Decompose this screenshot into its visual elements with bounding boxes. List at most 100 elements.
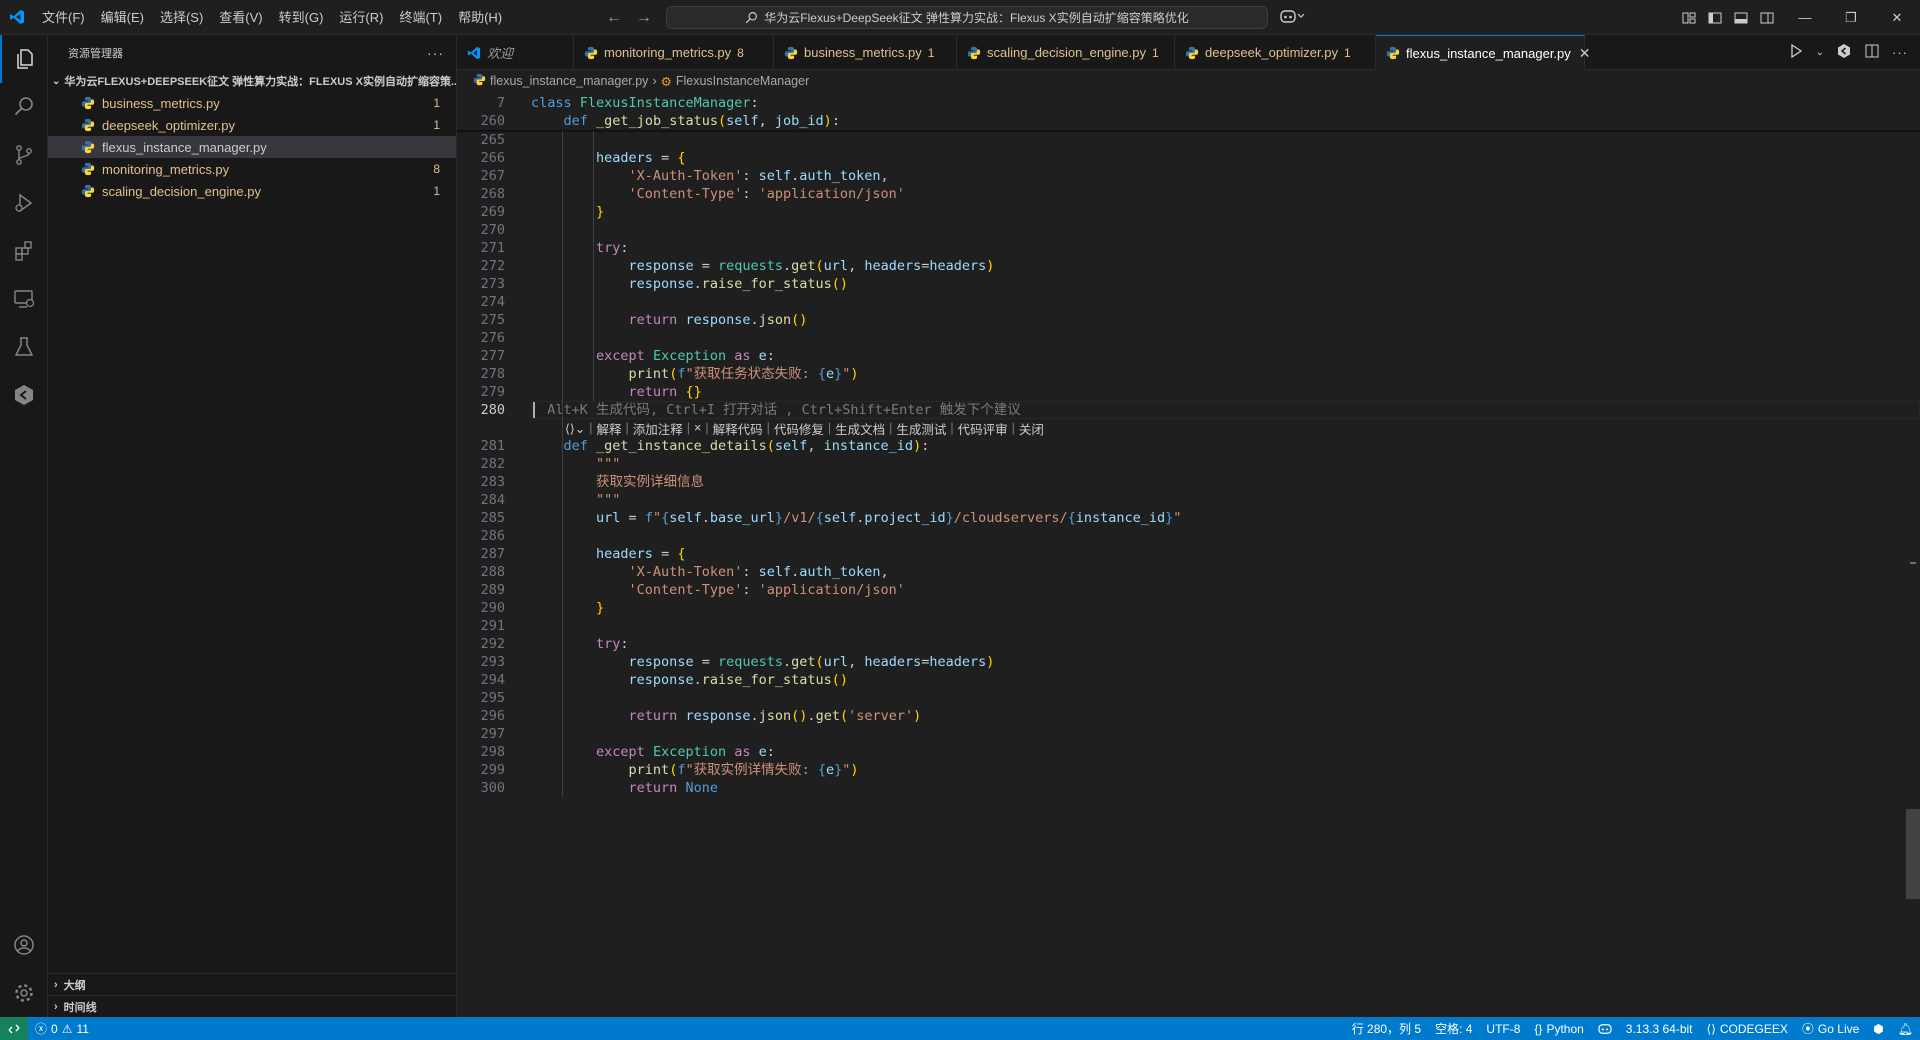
code-line[interactable]: 266 headers = { [457, 149, 1920, 167]
code-line[interactable]: 280 Alt+K 生成代码, Ctrl+I 打开对话 , Ctrl+Shift… [457, 401, 1920, 419]
code-editor[interactable]: 7 class FlexusInstanceManager: 260 def _ge… [457, 92, 1920, 1017]
code-line[interactable]: 294 response.raise_for_status() [457, 671, 1920, 689]
code-line[interactable]: 300 return None [457, 779, 1920, 797]
codelens-action[interactable]: 解释 [596, 419, 621, 438]
chevron-down-icon[interactable]: ⌄ [1816, 47, 1824, 58]
tab-business-metrics[interactable]: business_metrics.py 1 [774, 35, 957, 70]
tab-deepseek-optimizer[interactable]: deepseek_optimizer.py 1 [1175, 35, 1376, 70]
copilot-icon[interactable] [1280, 8, 1306, 27]
code-line[interactable]: 286 [457, 527, 1920, 545]
source-control-icon[interactable] [0, 131, 48, 179]
menu-view[interactable]: 查看(V) [211, 0, 270, 35]
sticky-scroll-line[interactable]: 260 def _get_job_status(self, job_id): [457, 112, 1920, 130]
run-python-icon[interactable] [1788, 43, 1804, 62]
extensions-icon[interactable] [0, 227, 48, 275]
more-actions-icon[interactable]: ··· [1892, 45, 1908, 60]
code-line[interactable]: 269 } [457, 203, 1920, 221]
accounts-icon[interactable] [0, 921, 48, 969]
code-line[interactable]: 267 'X-Auth-Token': self.auth_token, [457, 167, 1920, 185]
menu-help[interactable]: 帮助(H) [450, 0, 510, 35]
code-line[interactable]: 297 [457, 725, 1920, 743]
timeline-section[interactable]: › 时间线 [48, 995, 457, 1017]
restore-button[interactable]: ❐ [1828, 0, 1874, 35]
codelens-action[interactable]: 代码评审 [958, 419, 1008, 438]
python-interpreter[interactable]: 3.13.3 64-bit [1619, 1022, 1700, 1036]
command-center[interactable]: 华为云Flexus+DeepSeek征文 弹性算力实战：Flexus X实例自动… [666, 6, 1268, 29]
forward-arrow-icon[interactable]: → [636, 9, 652, 27]
layout-customize-icon[interactable] [1678, 7, 1700, 29]
toggle-secondary-sidebar-icon[interactable] [1756, 7, 1778, 29]
toggle-panel-icon[interactable] [1730, 7, 1752, 29]
encoding[interactable]: UTF-8 [1479, 1022, 1527, 1036]
code-line[interactable]: 265 [457, 131, 1920, 149]
code-line[interactable]: 277 except Exception as e: [457, 347, 1920, 365]
remote-indicator-icon[interactable] [0, 1017, 28, 1040]
menu-edit[interactable]: 编辑(E) [93, 0, 152, 35]
breadcrumb-symbol[interactable]: FlexusInstanceManager [676, 74, 809, 88]
more-actions-icon[interactable]: ··· [427, 45, 444, 61]
tab-welcome[interactable]: 欢迎 [457, 35, 574, 70]
go-live-button[interactable]: ⦿ Go Live [1795, 1020, 1866, 1037]
codelens-action[interactable]: 关闭 [1019, 419, 1044, 438]
settings-gear-icon[interactable] [0, 969, 48, 1017]
file-item[interactable]: business_metrics.py 1 [48, 92, 456, 114]
code-line[interactable]: 271 try: [457, 239, 1920, 257]
back-arrow-icon[interactable]: ← [606, 9, 622, 27]
explorer-icon[interactable] [0, 35, 48, 83]
remote-explorer-icon[interactable] [0, 275, 48, 323]
toggle-primary-sidebar-icon[interactable] [1704, 7, 1726, 29]
sticky-scroll-line[interactable]: 7 class FlexusInstanceManager: [457, 94, 1920, 112]
outline-section[interactable]: › 大纲 [48, 973, 457, 995]
codelens-action[interactable]: 生成测试 [896, 419, 946, 438]
file-item-selected[interactable]: flexus_instance_manager.py [48, 136, 456, 158]
code-line[interactable]: 284 """ [457, 491, 1920, 509]
close-tab-icon[interactable]: ✕ [1579, 45, 1591, 62]
code-line[interactable]: 274 [457, 293, 1920, 311]
codelens-action[interactable]: 代码修复 [774, 419, 824, 438]
cursor-position[interactable]: 行 280，列 5 [1345, 1020, 1428, 1037]
file-item[interactable]: monitoring_metrics.py 8 [48, 158, 456, 180]
notifications-bell-icon[interactable]: 🔔︎ [1891, 1022, 1920, 1036]
code-line[interactable]: 278 print(f"获取任务状态失败: {e}") [457, 365, 1920, 383]
code-line[interactable]: 298 except Exception as e: [457, 743, 1920, 761]
code-line[interactable]: 285 url = f"{self.base_url}/v1/{self.pro… [457, 509, 1920, 527]
codegeex-icon[interactable]: ⟨⟩⌄ [565, 421, 585, 436]
search-icon[interactable] [0, 83, 48, 131]
code-line[interactable]: 293 response = requests.get(url, headers… [457, 653, 1920, 671]
indentation[interactable]: 空格: 4 [1428, 1020, 1479, 1037]
scrollbar-thumb[interactable] [1906, 809, 1920, 899]
code-line[interactable]: 296 return response.json().get('server') [457, 707, 1920, 725]
close-window-button[interactable]: ✕ [1874, 0, 1920, 35]
run-debug-icon[interactable] [0, 179, 48, 227]
code-line[interactable]: 275 return response.json() [457, 311, 1920, 329]
code-line[interactable]: 283 获取实例详细信息 [457, 473, 1920, 491]
menu-terminal[interactable]: 终端(T) [391, 0, 450, 35]
testing-icon[interactable] [0, 323, 48, 371]
code-line[interactable]: 270 [457, 221, 1920, 239]
code-line[interactable]: 282 """ [457, 455, 1920, 473]
code-line[interactable]: 281 def _get_instance_details(self, inst… [457, 437, 1920, 455]
codelens-action[interactable]: 添加注释 [633, 419, 683, 438]
code-line[interactable]: 290 } [457, 599, 1920, 617]
menu-file[interactable]: 文件(F) [34, 0, 93, 35]
code-line[interactable]: 268 'Content-Type': 'application/json' [457, 185, 1920, 203]
codegeex-action-icon[interactable] [1836, 43, 1852, 62]
codelens-action[interactable]: 生成文档 [835, 419, 885, 438]
code-line[interactable]: 279 return {} [457, 383, 1920, 401]
file-item[interactable]: deepseek_optimizer.py 1 [48, 114, 456, 136]
tab-scaling-decision-engine[interactable]: scaling_decision_engine.py 1 [957, 35, 1175, 70]
breadcrumb-file[interactable]: flexus_instance_manager.py [490, 74, 648, 88]
code-line[interactable]: 272 response = requests.get(url, headers… [457, 257, 1920, 275]
code-line[interactable]: 289 'Content-Type': 'application/json' [457, 581, 1920, 599]
project-folder[interactable]: ⌄ 华为云FLEXUS+DEEPSEEK征文 弹性算力实战：FLEXUS X实例… [48, 70, 456, 92]
menu-run[interactable]: 运行(R) [331, 0, 391, 35]
menu-selection[interactable]: 选择(S) [152, 0, 211, 35]
file-item[interactable]: scaling_decision_engine.py 1 [48, 180, 456, 202]
code-line[interactable]: 287 headers = { [457, 545, 1920, 563]
code-line[interactable]: 292 try: [457, 635, 1920, 653]
code-line[interactable]: 299 print(f"获取实例详情失败: {e}") [457, 761, 1920, 779]
extension-status-icon[interactable]: ⬢ [1866, 1022, 1890, 1036]
codelens-action[interactable]: 解释代码 [713, 419, 763, 438]
codegeex-icon[interactable] [0, 371, 48, 419]
code-line[interactable]: 273 response.raise_for_status() [457, 275, 1920, 293]
